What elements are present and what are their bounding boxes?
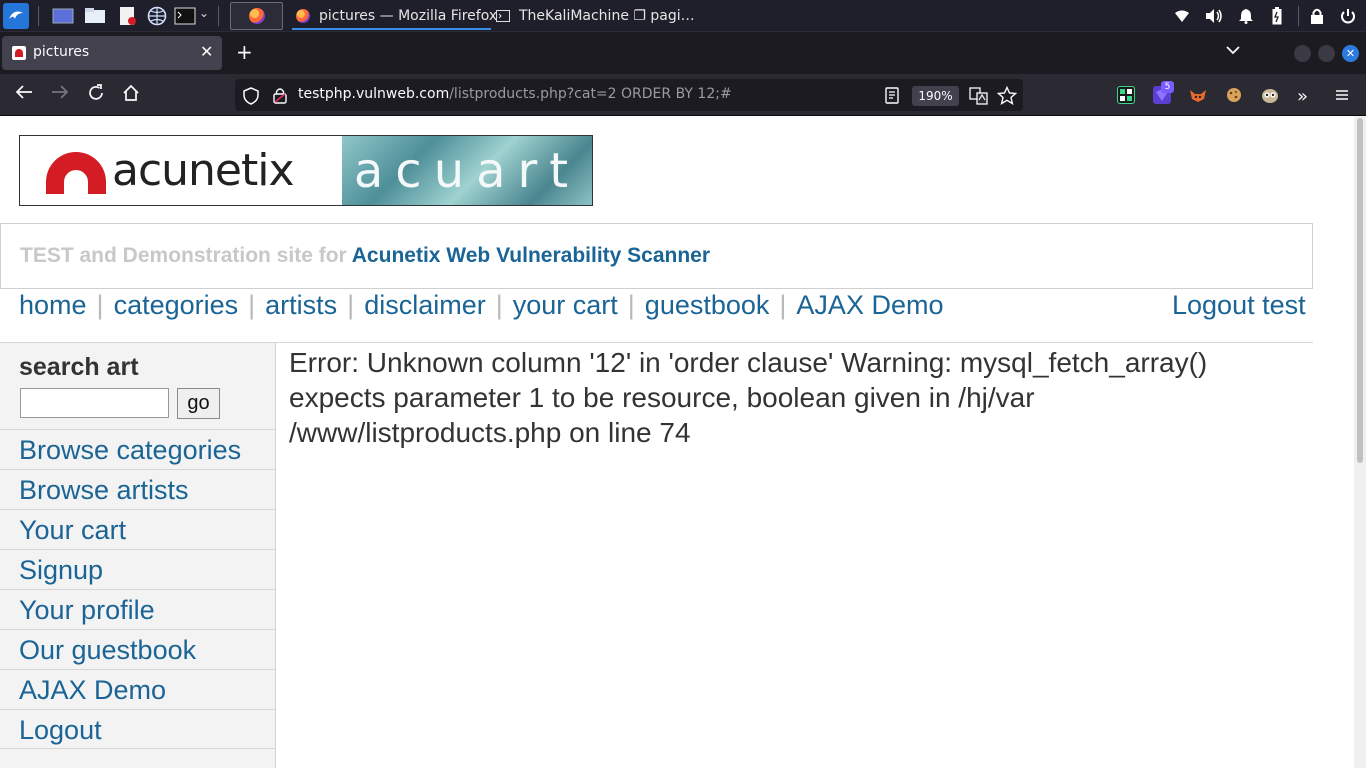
banner-text: TEST and Demonstration site for Acunetix… [20,244,710,268]
reload-button[interactable] [85,84,107,107]
sidebar-item-browse-artists[interactable]: Browse artists [0,469,275,509]
close-window-button[interactable]: ✕ [1342,45,1359,62]
banner-prefix: TEST and Demonstration site for [20,244,352,267]
network-icon[interactable] [1172,0,1192,32]
terminal-icon [496,10,510,22]
active-task-indicator [292,28,491,30]
chevron-down-icon[interactable]: ⌄ [199,6,209,20]
url-path: /listproducts.php?cat=2 ORDER BY 12;# [449,86,732,102]
logout-link[interactable]: Logout test [1172,290,1306,321]
nav-ajax-demo[interactable]: AJAX Demo [796,290,943,320]
go-button[interactable]: go [177,388,220,419]
sidebar-item-your-profile[interactable]: Your profile [0,589,275,629]
home-button[interactable] [120,84,142,107]
sidebar-item-browse-categories[interactable]: Browse categories [0,429,275,469]
firefox-icon [248,8,265,24]
extension-grid-icon[interactable] [1117,86,1135,104]
back-button[interactable] [13,84,35,105]
minimize-button[interactable] [1294,45,1311,62]
terminal-icon[interactable] [174,5,196,27]
file-manager-icon[interactable] [84,5,106,27]
nav-disclaimer[interactable]: disclaimer [364,290,486,320]
sidebar-item-our-guestbook[interactable]: Our guestbook [0,629,275,669]
url-host: testphp.vulnweb.com [298,86,450,102]
acuart-wordmark: acuart [353,142,581,199]
sidebar-menu: Browse categories Browse artists Your ca… [0,429,275,749]
tab-pictures[interactable]: pictures ✕ [2,36,222,70]
extension-cookie-icon[interactable] [1225,86,1243,104]
new-tab-button[interactable]: + [236,40,253,64]
sidebar-item-logout[interactable]: Logout [0,709,275,749]
sidebar-item-signup[interactable]: Signup [0,549,275,589]
search-input[interactable] [20,388,169,418]
nav-separator: | [495,290,503,320]
shield-icon[interactable] [243,87,259,109]
scanner-link[interactable]: Acunetix Web Vulnerability Scanner [352,244,710,267]
taskbar: ⌄ pictures — Mozilla Firefox TheKaliMach… [0,0,1366,32]
forward-button[interactable] [49,84,71,105]
volume-icon[interactable] [1203,0,1225,32]
notifications-icon[interactable] [1237,0,1255,32]
nav-separator: | [627,290,635,320]
lock-screen-icon[interactable] [1308,0,1326,32]
taskbar-separator [218,6,219,26]
lock-icon[interactable] [273,87,287,108]
web-browser-icon[interactable] [146,5,168,27]
acunetix-favicon-icon [12,46,26,60]
extension-owl-icon[interactable] [1261,86,1279,104]
scrollbar-thumb[interactable] [1357,118,1363,463]
acunetix-wordmark: acunetix [112,145,295,196]
sidebar-item-ajax-demo[interactable]: AJAX Demo [0,669,275,709]
reader-view-icon[interactable] [884,87,900,108]
star-icon[interactable] [996,85,1018,109]
search-title: search art [19,353,139,381]
url-text[interactable]: testphp.vulnweb.com/listproducts.php?cat… [298,86,732,102]
power-icon[interactable] [1338,0,1358,32]
nav-categories[interactable]: categories [114,290,239,320]
extension-fox-icon[interactable] [1189,86,1207,104]
firefox-launcher[interactable] [230,2,283,30]
translate-icon[interactable] [969,87,989,109]
sidebar-item-your-cart[interactable]: Your cart [0,509,275,549]
nav-home[interactable]: home [19,290,87,320]
nav-artists[interactable]: artists [265,290,337,320]
acuart-logo: acuart [342,136,592,205]
more-tools-icon[interactable]: » [1297,86,1308,107]
nav-separator: | [96,290,104,320]
task-terminal[interactable]: TheKaliMachine ❐ pagi… [496,0,695,32]
zoom-level-button[interactable]: 190% [912,86,959,106]
close-icon[interactable]: ✕ [200,42,213,61]
tab-strip: pictures ✕ [0,32,1366,74]
task-firefox-title: pictures — Mozilla Firefox [319,8,498,24]
hamburger-menu-icon[interactable] [1334,87,1350,107]
text-editor-icon[interactable] [116,5,138,27]
battery-icon[interactable] [1269,0,1285,32]
site-logo[interactable]: acunetix acuart [19,135,593,206]
nav-separator: | [779,290,787,320]
tab-title: pictures [33,44,90,60]
extension-badge: 5 [1161,81,1174,93]
acunetix-logo-icon [46,148,106,194]
taskbar-separator [38,6,39,26]
task-terminal-title: TheKaliMachine ❐ pagi… [519,8,695,24]
nav-separator: | [248,290,256,320]
taskbar-separator [1298,6,1299,26]
nav-guestbook[interactable]: guestbook [645,290,770,320]
error-message: Error: Unknown column '12' in 'order cla… [289,347,1208,448]
workspace-icon[interactable] [52,5,74,27]
list-all-tabs-icon[interactable] [1226,43,1240,59]
firefox-icon [296,9,310,23]
top-navigation: home | categories | artists | disclaimer | your … [19,290,943,326]
maximize-button[interactable] [1318,45,1335,62]
nav-separator: | [347,290,355,320]
acunetix-logo: acunetix [20,136,342,205]
kali-menu-icon[interactable] [3,3,29,29]
nav-your-cart[interactable]: your cart [513,290,618,320]
